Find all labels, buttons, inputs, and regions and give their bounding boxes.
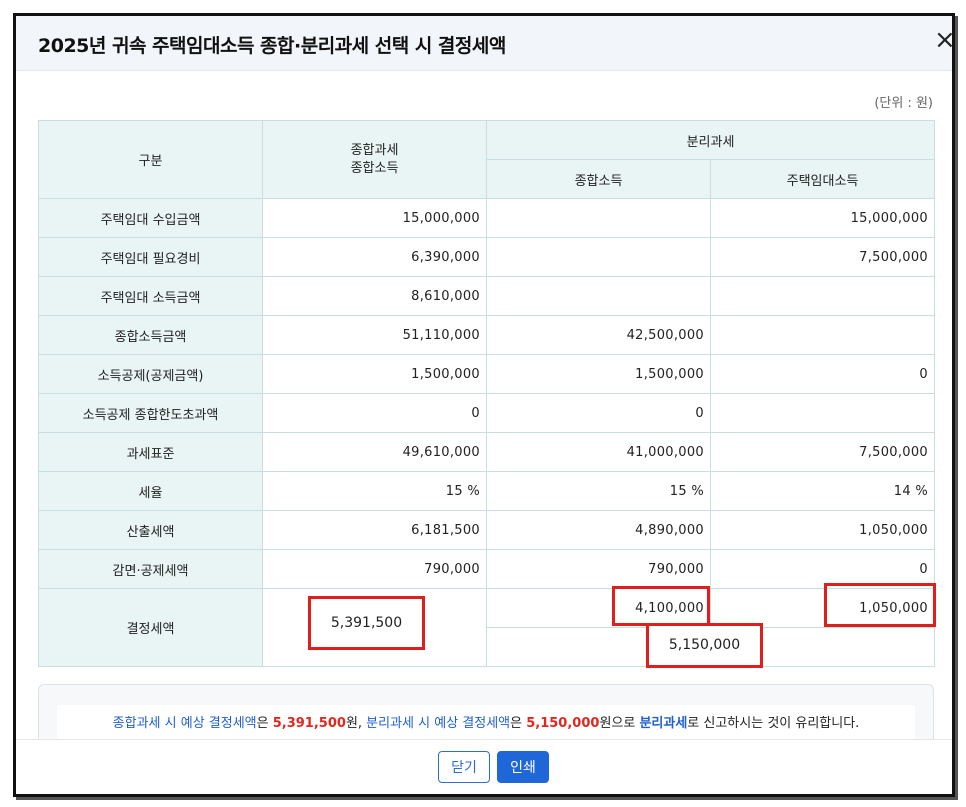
header-comprehensive-line2: 종합소득 — [350, 160, 399, 176]
highlight-separate-comprehensive — [612, 586, 710, 626]
row-separate-comprehensive: 41,000,000 — [486, 432, 711, 472]
summary-separate-label: 분리과세 시 예상 결정세액 — [366, 716, 511, 731]
highlight-separate-rental — [824, 583, 936, 627]
row-label: 소득공제 종합한도초과액 — [38, 393, 263, 433]
summary-text-part: 로 신고하시는 것이 유리합니다. — [687, 716, 860, 731]
table-row: 세율 15 % 15 % 14 % — [38, 471, 935, 511]
row-separate-rental — [710, 393, 935, 433]
row-comprehensive: 8,610,000 — [262, 276, 487, 316]
row-comprehensive: 0 — [262, 393, 487, 433]
header-comprehensive-line1: 종합과세 — [350, 142, 399, 158]
table-row: 소득공제(공제금액) 1,500,000 1,500,000 0 — [38, 354, 935, 394]
table-row: 과세표준 49,610,000 41,000,000 7,500,000 — [38, 432, 935, 472]
row-separate-rental: 15,000,000 — [710, 198, 935, 238]
table-row: 감면·공제세액 790,000 790,000 0 — [38, 549, 935, 589]
row-comprehensive: 15 % — [262, 471, 487, 511]
row-separate-comprehensive — [486, 237, 711, 277]
row-separate-comprehensive: 15 % — [486, 471, 711, 511]
table-row: 소득공제 종합한도초과액 0 0 — [38, 393, 935, 433]
row-separate-rental: 7,500,000 — [710, 237, 935, 277]
row-label: 과세표준 — [38, 432, 263, 472]
summary-text-part: 은 — [256, 716, 273, 731]
dialog-title: 2025년 귀속 주택임대소득 종합·분리과세 선택 시 결정세액 — [38, 35, 506, 57]
row-comprehensive: 51,110,000 — [262, 315, 487, 355]
table-row: 산출세액 6,181,500 4,890,000 1,050,000 — [38, 510, 935, 550]
summary-text-part: 은 — [510, 716, 527, 731]
row-separate-rental — [710, 276, 935, 316]
table-row: 주택임대 필요경비 6,390,000 7,500,000 — [38, 237, 935, 277]
tax-table: 구분 종합과세 종합소득 분리과세 종합소득 주택임대소득 주택임대 수입금액 1… — [38, 120, 935, 667]
row-comprehensive: 1,500,000 — [262, 354, 487, 394]
header-comprehensive: 종합과세 종합소득 — [262, 120, 487, 199]
final-tax-separate-total: 5,150,000 — [668, 637, 741, 653]
row-comprehensive: 790,000 — [262, 549, 487, 589]
summary-separate-amount: 5,150,000 — [526, 716, 600, 731]
dialog-header: 2025년 귀속 주택임대소득 종합·분리과세 선택 시 결정세액 × — [16, 16, 952, 71]
row-label: 주택임대 소득금액 — [38, 276, 263, 316]
row-separate-rental: 0 — [710, 354, 935, 394]
summary-text-part: 원, — [345, 716, 367, 731]
row-separate-comprehensive: 4,890,000 — [486, 510, 711, 550]
dialog-footer: 닫기 인쇄 — [16, 739, 952, 794]
row-comprehensive: 49,610,000 — [262, 432, 487, 472]
table-row: 주택임대 소득금액 8,610,000 — [38, 276, 935, 316]
row-separate-rental: 14 % — [710, 471, 935, 511]
row-separate-comprehensive: 0 — [486, 393, 711, 433]
row-label: 종합소득금액 — [38, 315, 263, 355]
row-separate-rental: 1,050,000 — [710, 510, 935, 550]
row-label: 감면·공제세액 — [38, 549, 263, 589]
table-row: 종합소득금액 51,110,000 42,500,000 — [38, 315, 935, 355]
summary-comprehensive-label: 종합과세 시 예상 결정세액 — [112, 716, 257, 731]
close-button[interactable]: 닫기 — [438, 751, 490, 783]
table-row: 주택임대 수입금액 15,000,000 15,000,000 — [38, 198, 935, 238]
summary-text-part: 원으로 — [599, 716, 640, 731]
row-separate-rental — [710, 315, 935, 355]
highlight-comprehensive-final: 5,391,500 — [308, 596, 425, 650]
header-separate-rental: 주택임대소득 — [710, 159, 935, 199]
row-comprehensive: 15,000,000 — [262, 198, 487, 238]
header-separate-comprehensive: 종합소득 — [486, 159, 711, 199]
unit-label: (단위 : 원) — [874, 96, 933, 111]
row-separate-comprehensive — [486, 198, 711, 238]
row-comprehensive: 6,390,000 — [262, 237, 487, 277]
row-separate-comprehensive: 42,500,000 — [486, 315, 711, 355]
row-separate-comprehensive: 1,500,000 — [486, 354, 711, 394]
summary-recommendation: 분리과세 — [639, 716, 688, 731]
header-separate: 분리과세 — [486, 120, 935, 160]
row-label: 소득공제(공제금액) — [38, 354, 263, 394]
row-separate-rental: 7,500,000 — [710, 432, 935, 472]
final-tax-label: 결정세액 — [38, 588, 263, 667]
row-label: 산출세액 — [38, 510, 263, 550]
row-comprehensive: 6,181,500 — [262, 510, 487, 550]
summary-comprehensive-amount: 5,391,500 — [272, 716, 346, 731]
close-icon[interactable]: × — [934, 27, 952, 53]
row-label: 주택임대 수입금액 — [38, 198, 263, 238]
print-button[interactable]: 인쇄 — [497, 751, 549, 783]
row-label: 주택임대 필요경비 — [38, 237, 263, 277]
row-label: 세율 — [38, 471, 263, 511]
row-separate-comprehensive: 790,000 — [486, 549, 711, 589]
row-separate-comprehensive — [486, 276, 711, 316]
header-category: 구분 — [38, 120, 263, 199]
highlight-separate-total: 5,150,000 — [646, 623, 763, 668]
final-tax-comprehensive-value: 5,391,500 — [330, 615, 403, 631]
result-dialog: 2025년 귀속 주택임대소득 종합·분리과세 선택 시 결정세액 × (단위 … — [13, 13, 955, 797]
